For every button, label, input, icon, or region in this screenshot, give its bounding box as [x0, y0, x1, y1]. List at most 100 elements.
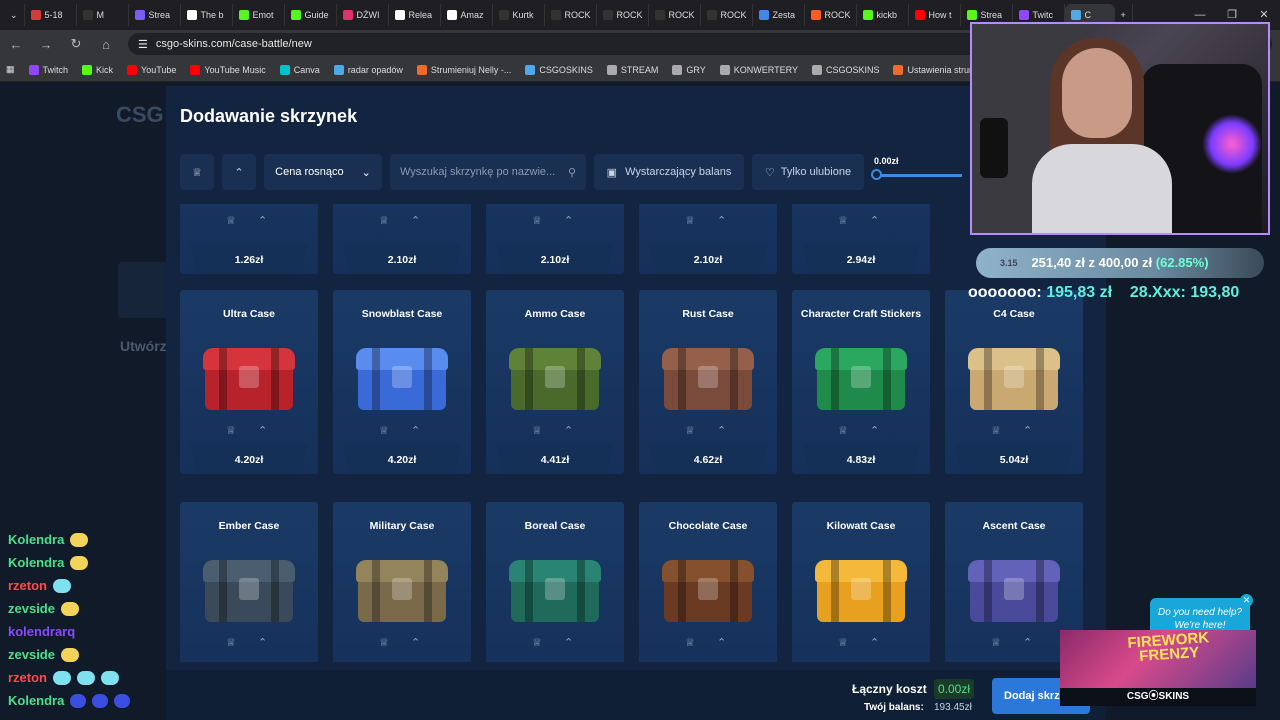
browser-tab[interactable]: Emot [233, 4, 285, 26]
chevron-up-icon[interactable]: ⌃ [411, 214, 420, 227]
bookmark-item[interactable]: KONWERTERY [719, 64, 798, 75]
crown-icon[interactable]: ♕ [685, 424, 695, 437]
browser-tab[interactable]: Zesta [753, 4, 805, 26]
browser-tab[interactable]: ROCK [545, 4, 597, 26]
bookmark-item[interactable]: radar opadów [333, 64, 403, 75]
crown-icon[interactable]: ♕ [379, 424, 389, 437]
browser-tab[interactable]: 5-18 [25, 4, 77, 26]
case-card[interactable]: ♕ ⌃ 2.94zł [792, 204, 930, 274]
crown-icon[interactable]: ♕ [532, 214, 542, 227]
bookmark-item[interactable]: Strumieniuj Nelly -... [416, 64, 511, 75]
browser-tab[interactable]: ROCK [805, 4, 857, 26]
crown-icon[interactable]: ♕ [838, 636, 848, 649]
bookmark-item[interactable]: Canva [279, 64, 320, 75]
site-info-icon[interactable]: ☰ [138, 38, 148, 51]
bookmark-item[interactable]: YouTube [127, 64, 176, 75]
bookmark-item[interactable]: GRY [672, 64, 706, 75]
chevron-up-icon[interactable]: ⌃ [1023, 636, 1032, 649]
chevron-up-icon[interactable]: ⌃ [258, 214, 267, 227]
chevron-up-icon[interactable]: ⌃ [870, 424, 879, 437]
case-card[interactable]: Rust Case ♕ ⌃ 4.62zł [639, 290, 777, 474]
chevron-up-icon[interactable]: ⌃ [1023, 424, 1032, 437]
case-card[interactable]: Ember Case ♕ ⌃ [180, 502, 318, 662]
chevron-up-icon[interactable]: ⌃ [564, 636, 573, 649]
case-card[interactable]: Kilowatt Case ♕ ⌃ [792, 502, 930, 662]
crown-icon[interactable]: ♕ [379, 636, 389, 649]
rank-filter-button[interactable]: ⌃ [222, 154, 256, 190]
browser-tab[interactable]: ROCK [597, 4, 649, 26]
chevron-up-icon[interactable]: ⌃ [411, 424, 420, 437]
browser-tab[interactable]: Kurtk [493, 4, 545, 26]
bookmark-item[interactable]: CSGOSKINS [811, 64, 879, 75]
crown-icon[interactable]: ♕ [226, 214, 236, 227]
browser-tab[interactable]: Guide [285, 4, 337, 26]
crown-icon[interactable]: ♕ [991, 636, 1001, 649]
price-slider[interactable]: 0.00zł [871, 154, 962, 190]
sufficient-balance-toggle[interactable]: ▣ Wystarczający balans [594, 154, 744, 190]
crown-icon[interactable]: ♕ [685, 636, 695, 649]
case-card[interactable]: ♕ ⌃ 2.10zł [333, 204, 471, 274]
browser-tab[interactable]: Strea [129, 4, 181, 26]
bookmark-item[interactable]: Kick [82, 64, 113, 75]
reload-icon[interactable]: ↻ [68, 36, 84, 52]
browser-tab[interactable]: How t [909, 4, 961, 26]
slider-track[interactable] [876, 174, 962, 177]
chevron-up-icon[interactable]: ⌃ [717, 636, 726, 649]
sort-dropdown[interactable]: Cena rosnąco ⌄ [264, 154, 382, 190]
chevron-up-icon[interactable]: ⌃ [870, 636, 879, 649]
case-card[interactable]: C4 Case ♕ ⌃ 5.04zł [945, 290, 1083, 474]
case-card[interactable]: Military Case ♕ ⌃ [333, 502, 471, 662]
bookmark-item[interactable]: YouTube Music [190, 64, 266, 75]
favorites-toggle[interactable]: ♡ Tylko ulubione [752, 154, 864, 190]
bookmark-item[interactable]: STREAM [606, 64, 658, 75]
crown-icon[interactable]: ♕ [532, 636, 542, 649]
chevron-up-icon[interactable]: ⌃ [717, 214, 726, 227]
browser-tab[interactable]: M [77, 4, 129, 26]
crown-icon[interactable]: ♕ [991, 424, 1001, 437]
help-widget[interactable]: Do you need help? We're here! [1150, 598, 1250, 634]
browser-tab[interactable]: The b [181, 4, 233, 26]
crown-filter-button[interactable]: ♕ [180, 154, 214, 190]
tab-list-icon[interactable]: ⌄ [4, 4, 25, 26]
crown-icon[interactable]: ♕ [226, 424, 236, 437]
apps-icon[interactable]: ▦ [6, 64, 15, 75]
chevron-up-icon[interactable]: ⌃ [564, 214, 573, 227]
home-icon[interactable]: ⌂ [98, 37, 114, 52]
case-card[interactable]: Ammo Case ♕ ⌃ 4.41zł [486, 290, 624, 474]
browser-tab[interactable]: DŹWI [337, 4, 389, 26]
browser-tab[interactable]: kickb [857, 4, 909, 26]
chevron-up-icon[interactable]: ⌃ [870, 214, 879, 227]
crown-icon[interactable]: ♕ [226, 636, 236, 649]
search-input[interactable]: Wyszukaj skrzynkę po nazwie... ⚲ [390, 154, 586, 190]
chevron-up-icon[interactable]: ⌃ [564, 424, 573, 437]
case-card[interactable]: Ultra Case ♕ ⌃ 4.20zł [180, 290, 318, 474]
crown-icon[interactable]: ♕ [532, 424, 542, 437]
case-card[interactable]: Boreal Case ♕ ⌃ [486, 502, 624, 662]
slider-handle[interactable] [871, 169, 882, 180]
case-card[interactable]: Chocolate Case ♕ ⌃ [639, 502, 777, 662]
back-icon[interactable]: ← [8, 37, 24, 52]
case-card[interactable]: ♕ ⌃ 2.10zł [486, 204, 624, 274]
chevron-up-icon[interactable]: ⌃ [717, 424, 726, 437]
crown-icon[interactable]: ♕ [838, 424, 848, 437]
chevron-up-icon[interactable]: ⌃ [258, 636, 267, 649]
browser-tab[interactable]: Amaz [441, 4, 493, 26]
close-icon[interactable]: ✕ [1240, 594, 1253, 607]
browser-tab[interactable]: ROCK [701, 4, 753, 26]
bookmark-item[interactable]: CSGOSKINS [525, 64, 593, 75]
case-card[interactable]: ♕ ⌃ 2.10zł [639, 204, 777, 274]
promo-banner[interactable]: FIREWORK FRENZY CSG⦿SKINS [1060, 630, 1256, 706]
bookmark-item[interactable]: Twitch [28, 64, 68, 75]
case-card[interactable]: Character Craft Stickers ♕ ⌃ 4.83zł [792, 290, 930, 474]
crown-icon[interactable]: ♕ [685, 214, 695, 227]
browser-tab[interactable]: ROCK [649, 4, 701, 26]
crown-icon[interactable]: ♕ [379, 214, 389, 227]
case-card[interactable]: ♕ ⌃ 1.26zł [180, 204, 318, 274]
crown-icon[interactable]: ♕ [838, 214, 848, 227]
search-icon[interactable]: ⚲ [568, 166, 576, 179]
chevron-up-icon[interactable]: ⌃ [411, 636, 420, 649]
forward-icon[interactable]: → [38, 37, 54, 52]
chevron-up-icon[interactable]: ⌃ [258, 424, 267, 437]
browser-tab[interactable]: Relea [389, 4, 441, 26]
case-card[interactable]: Snowblast Case ♕ ⌃ 4.20zł [333, 290, 471, 474]
